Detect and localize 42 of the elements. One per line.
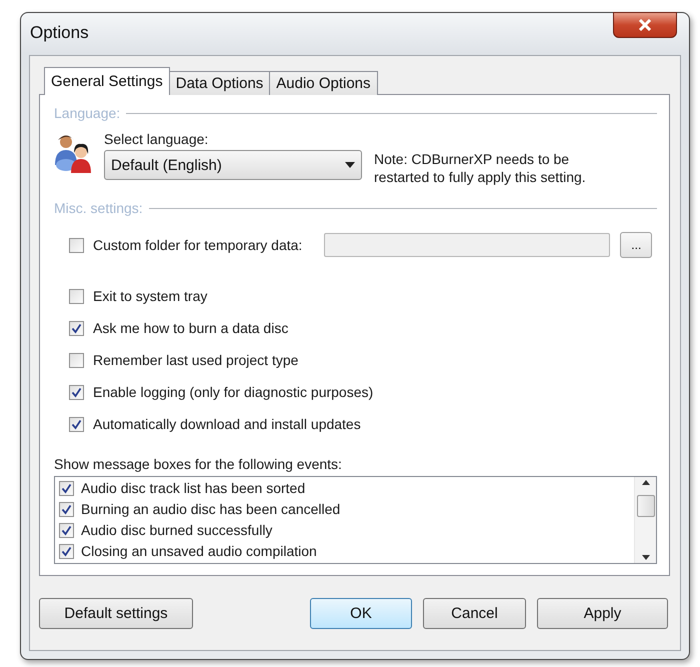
dropdown-arrow-icon [345, 162, 355, 168]
note-text: Note: CDBurnerXP needs to be restarted to fully apply this setting. [374, 150, 587, 186]
group-heading: Language: [54, 105, 120, 121]
scroll-down-icon[interactable] [642, 555, 650, 560]
checkbox-option[interactable]: Custom folder for temporary data: [69, 237, 302, 253]
checkbox-option[interactable]: Automatically download and install updates [69, 416, 657, 432]
checkbox[interactable] [69, 384, 84, 400]
checkbox[interactable] [59, 480, 74, 496]
group-heading: Misc. settings: [54, 200, 143, 216]
checkbox[interactable] [69, 416, 84, 432]
window-title: Options [30, 23, 89, 43]
tab[interactable]: General Settings [44, 67, 170, 95]
dialog-button[interactable]: OK [310, 598, 412, 629]
checkbox-option[interactable]: Exit to system tray [69, 288, 657, 304]
browse-button[interactable]: ... [620, 232, 652, 258]
close-icon [638, 19, 652, 31]
tab[interactable]: Data Options [168, 71, 270, 95]
select-label: Select language: [104, 131, 210, 147]
checkbox[interactable] [69, 238, 84, 252]
events-label: Show message boxes for the following events: [54, 456, 343, 472]
checkbox[interactable] [69, 320, 84, 336]
dialog-button[interactable]: Cancel [423, 598, 526, 629]
checkbox[interactable] [69, 352, 84, 368]
dialog-button[interactable]: Default settings [39, 598, 193, 629]
event-item[interactable]: Audio disc track list has been sorted [59, 479, 634, 497]
scrollbar[interactable] [634, 477, 656, 563]
tab[interactable]: Audio Options [269, 71, 378, 95]
checkbox[interactable] [59, 544, 74, 558]
event-item[interactable]: Audio disc burned successfully [59, 521, 634, 539]
dialog-button[interactable]: Apply [537, 598, 668, 629]
checkbox-option[interactable]: Ask me how to burn a data disc [69, 320, 657, 336]
language-dropdown[interactable]: Default (English) [104, 150, 362, 180]
scroll-up-icon[interactable] [642, 480, 650, 485]
checkbox[interactable] [59, 502, 74, 516]
close-button[interactable] [613, 12, 677, 38]
checkbox-option[interactable]: Remember last used project type [69, 352, 657, 368]
checkbox[interactable] [69, 288, 84, 304]
checkbox-option[interactable]: Enable logging (only for diagnostic purposes) [69, 384, 657, 400]
event-item[interactable]: Burning an audio disc has been cancelled [59, 500, 634, 518]
event-item[interactable]: Closing an unsaved audio compilation [59, 542, 634, 560]
checkbox[interactable] [59, 522, 74, 538]
scroll-thumb[interactable] [636, 495, 654, 517]
